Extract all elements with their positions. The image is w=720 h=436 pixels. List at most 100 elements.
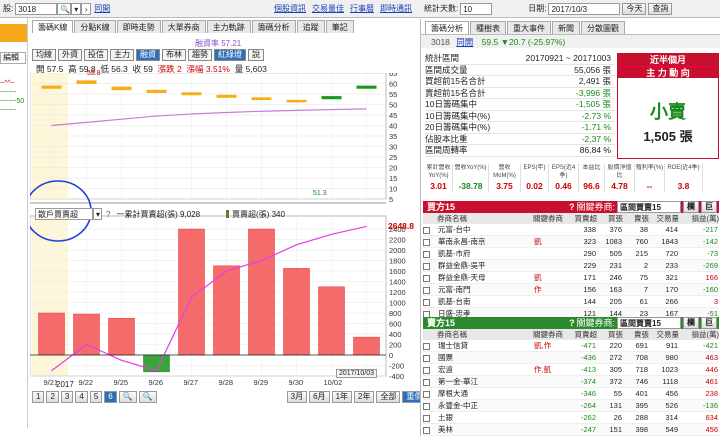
table-row[interactable]: 群益金鼎-吳平 229 231 2 233 -269: [423, 259, 719, 272]
chip-explain[interactable]: 說: [248, 49, 264, 61]
col-header[interactable]: 關鍵券商: [533, 213, 571, 224]
link-im[interactable]: 即時通訊: [380, 3, 412, 14]
broker-name[interactable]: 群益金鼎-天母: [437, 272, 533, 284]
table-row[interactable]: 凱基-台南 144 205 61 266 3: [423, 296, 719, 308]
tab-notes[interactable]: 筆記: [325, 20, 354, 33]
period-all[interactable]: 全部: [376, 391, 401, 403]
col-header[interactable]: 關鍵券商: [533, 329, 571, 340]
table-row[interactable]: 摩根大通 -346 55 401 456 238: [423, 388, 719, 400]
row-checkbox[interactable]: [423, 236, 437, 248]
indicator-select[interactable]: 散戶賈賣超: [35, 208, 93, 220]
table-row[interactable]: 國票 -436 272 708 980 463: [423, 351, 719, 364]
row-checkbox[interactable]: [423, 260, 437, 272]
zoom-in-button[interactable]: 🔍: [118, 391, 137, 403]
broker-name[interactable]: 瑞士信貸: [437, 340, 533, 352]
query-button[interactable]: 查詢: [648, 2, 673, 15]
tab-track[interactable]: 追蹤: [296, 20, 325, 33]
broker-name[interactable]: 美林: [437, 424, 533, 436]
period-6m[interactable]: 6月: [309, 391, 330, 403]
row-checkbox[interactable]: [423, 224, 437, 236]
broker-name[interactable]: 宏遠: [437, 364, 533, 376]
buy-help-icon[interactable]: ?: [569, 201, 575, 213]
tab-chip-analysis[interactable]: 籌碼分析: [251, 20, 296, 33]
chip-foreign[interactable]: 外資: [58, 49, 82, 61]
indicator-select-arrow[interactable]: ▾: [93, 208, 102, 220]
chip-trend[interactable]: 趨勢: [188, 49, 212, 61]
broker-name[interactable]: 第一金-華江: [437, 376, 533, 388]
col-header[interactable]: 券商名稱: [437, 213, 533, 224]
chip-bollinger[interactable]: 布林: [162, 49, 186, 61]
search-icon[interactable]: 🔍: [57, 2, 72, 15]
table-row[interactable]: 元富-台中 338 376 38 414 -217: [423, 224, 719, 236]
table-row[interactable]: 永豐金-中正 -264 131 395 526 -136: [423, 399, 719, 412]
row-checkbox[interactable]: [423, 364, 437, 376]
sell-btn-cols[interactable]: 欄: [683, 317, 699, 329]
rtab-tree[interactable]: 種樹表: [470, 21, 506, 34]
page-btn-6[interactable]: 6: [104, 391, 117, 403]
col-header[interactable]: 買張: [597, 329, 623, 340]
broker-name[interactable]: 摩根大通: [437, 388, 533, 400]
broker-name[interactable]: 永豐金-中正: [437, 400, 533, 412]
row-checkbox[interactable]: [423, 400, 437, 412]
period-3m[interactable]: 3月: [286, 391, 308, 403]
col-header[interactable]: 買賣超: [571, 213, 598, 224]
row-checkbox[interactable]: [423, 352, 437, 364]
page-btn-1[interactable]: 1: [32, 391, 45, 403]
period-2y[interactable]: 2年: [354, 391, 375, 403]
page-btn-3[interactable]: 3: [60, 391, 74, 403]
page-btn-5[interactable]: 5: [89, 391, 103, 403]
col-header[interactable]: 賣張: [623, 213, 649, 224]
stock-code-input[interactable]: 3018: [15, 2, 58, 15]
chip-traffic-light[interactable]: 紅綠燈: [214, 49, 246, 61]
col-header[interactable]: 券商名稱: [437, 329, 533, 340]
link-volume[interactable]: 交易量佳: [312, 3, 344, 14]
zoom-out-button[interactable]: 🔍: [138, 391, 157, 403]
buy-btn-cols[interactable]: 欄: [683, 201, 699, 213]
row-checkbox[interactable]: [423, 376, 437, 388]
row-checkbox[interactable]: [423, 272, 437, 284]
row-checkbox[interactable]: [423, 248, 437, 260]
row-checkbox[interactable]: [423, 424, 437, 436]
nav-icon[interactable]: ›: [81, 2, 92, 15]
tab-chip-kline[interactable]: 籌碼K線: [32, 20, 74, 33]
broker-name[interactable]: 群益金鼎-吳平: [437, 260, 533, 272]
question-icon[interactable]: ?: [106, 210, 110, 219]
link-tongkai[interactable]: 同開: [94, 3, 110, 14]
broker-name[interactable]: 華南永昌-南京: [437, 236, 533, 248]
period-1y[interactable]: 1年: [331, 391, 353, 403]
chip-margin[interactable]: 融資: [136, 49, 160, 61]
rtab-chip-analysis[interactable]: 籌碼分析: [425, 21, 469, 34]
link-calendar[interactable]: 行事曆: [350, 3, 374, 14]
chip-main[interactable]: 主力: [110, 49, 134, 61]
sell-btn-big[interactable]: 巨: [701, 317, 717, 329]
tab-realtime[interactable]: 即時走勢: [116, 20, 161, 33]
col-header[interactable]: 損益(萬): [679, 329, 720, 340]
today-button[interactable]: 今天: [622, 2, 647, 15]
date-input[interactable]: 2017/10/3: [548, 2, 621, 15]
tab-big-orders[interactable]: 大單券商: [161, 20, 206, 33]
table-row[interactable]: 第一金-華江 -374 372 746 1118 461: [423, 375, 719, 388]
table-row[interactable]: 群益金鼎-天母凱 171 246 75 321 166: [423, 272, 719, 284]
table-row[interactable]: 元富-南門作 156 163 7 170 -160: [423, 283, 719, 296]
rtab-events[interactable]: 重大事件: [507, 21, 551, 34]
stat-days-select[interactable]: 10: [460, 2, 493, 15]
page-btn-4[interactable]: 4: [75, 391, 88, 403]
dropdown-icon[interactable]: ▾: [71, 2, 82, 15]
broker-name[interactable]: 元富-台中: [437, 224, 533, 236]
broker-name[interactable]: 土銀: [437, 412, 533, 424]
col-header[interactable]: 交易量: [649, 329, 680, 340]
stock-name[interactable]: 同開: [456, 37, 473, 47]
table-row[interactable]: 凱基-市府 290 505 215 720 -73: [423, 248, 719, 260]
sell-help-icon[interactable]: ?: [569, 317, 575, 329]
edit-button[interactable]: 編輯: [0, 52, 26, 64]
rtab-scatter[interactable]: 分散圖觀: [581, 21, 625, 34]
chip-ma[interactable]: 均線: [32, 49, 56, 61]
row-checkbox[interactable]: [423, 284, 437, 296]
table-row[interactable]: 宏遠 作,凱 -413 305 718 1023 446: [423, 364, 719, 376]
link-stock-info[interactable]: 個股資訊: [274, 3, 306, 14]
broker-name[interactable]: 國票: [437, 352, 533, 364]
col-header[interactable]: 買張: [597, 213, 623, 224]
row-checkbox[interactable]: [423, 340, 437, 352]
tab-broker-kline[interactable]: 分點K線: [74, 20, 116, 33]
broker-name[interactable]: 凱基-市府: [437, 248, 533, 260]
